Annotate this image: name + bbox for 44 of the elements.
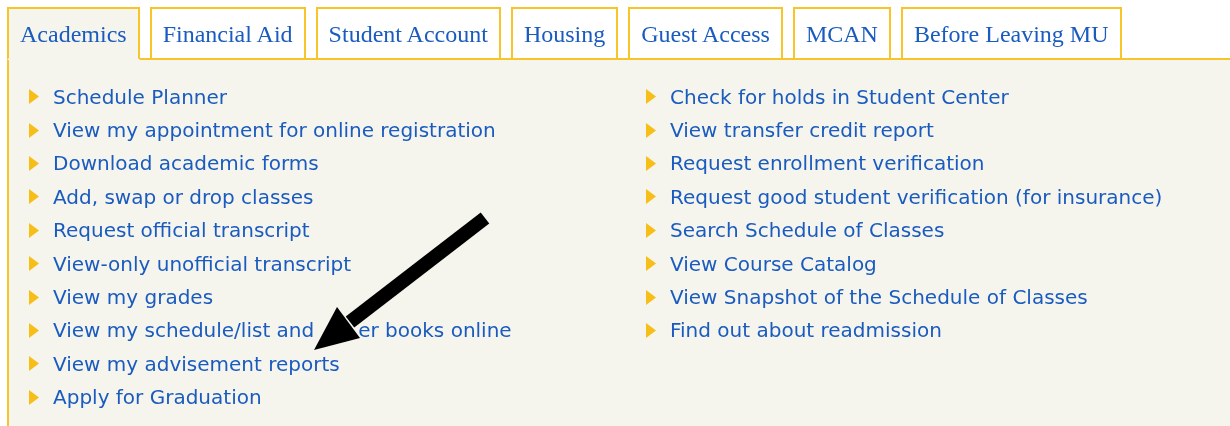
link[interactable]: View my appointment for online registration bbox=[53, 118, 496, 143]
link[interactable]: View my schedule/list and bbox=[53, 318, 315, 343]
link[interactable]: View Snapshot of the Schedule of Classes bbox=[670, 285, 1088, 310]
bullet-icon bbox=[646, 122, 656, 138]
bullet-icon bbox=[646, 256, 656, 272]
link[interactable]: Schedule Planner bbox=[53, 84, 227, 109]
tab[interactable]: Financial Aid bbox=[149, 7, 306, 60]
tab[interactable]: Housing bbox=[510, 7, 619, 60]
tab[interactable]: Student Account bbox=[315, 7, 501, 60]
link[interactable]: er books online bbox=[358, 318, 512, 343]
link[interactable]: View my advisement reports bbox=[53, 351, 340, 376]
bullet-icon bbox=[646, 189, 656, 205]
bullet-icon bbox=[646, 155, 656, 171]
bullet-icon bbox=[29, 356, 39, 372]
link[interactable]: View-only unofficial transcript bbox=[53, 251, 352, 276]
bullet-icon bbox=[646, 89, 656, 105]
link[interactable]: Download academic forms bbox=[53, 151, 319, 176]
link[interactable]: Request official transcript bbox=[53, 218, 310, 243]
bullet-icon bbox=[29, 256, 39, 272]
bullet-icon bbox=[29, 389, 39, 405]
tab[interactable]: Before Leaving MU bbox=[900, 7, 1122, 60]
tab[interactable]: Guest Access bbox=[628, 7, 783, 60]
bullet-icon bbox=[29, 289, 39, 305]
bullet-icon bbox=[29, 222, 39, 238]
link[interactable]: Add, swap or drop classes bbox=[53, 184, 314, 209]
bullet-icon bbox=[29, 122, 39, 138]
link[interactable]: View Course Catalog bbox=[670, 251, 877, 276]
bullet-icon bbox=[646, 322, 656, 338]
bullet-icon bbox=[29, 155, 39, 171]
link[interactable]: Check for holds in Student Center bbox=[670, 84, 1009, 109]
link[interactable]: Find out about readmission bbox=[670, 318, 942, 343]
bullet-icon bbox=[29, 89, 39, 105]
link[interactable]: Search Schedule of Classes bbox=[670, 218, 945, 243]
link[interactable]: Request enrollment verification bbox=[670, 151, 985, 176]
bullet-icon bbox=[646, 222, 656, 238]
link[interactable]: Request good student verification (for insurance) bbox=[670, 184, 1163, 209]
bullet-icon bbox=[646, 289, 656, 305]
link[interactable]: Apply for Graduation bbox=[53, 385, 262, 410]
tab[interactable]: Academics bbox=[7, 7, 140, 60]
tab[interactable]: MCAN bbox=[792, 7, 891, 60]
bullet-icon bbox=[29, 322, 39, 338]
link[interactable]: View transfer credit report bbox=[670, 118, 934, 143]
link[interactable]: View my grades bbox=[53, 285, 214, 310]
bullet-icon bbox=[29, 189, 39, 205]
